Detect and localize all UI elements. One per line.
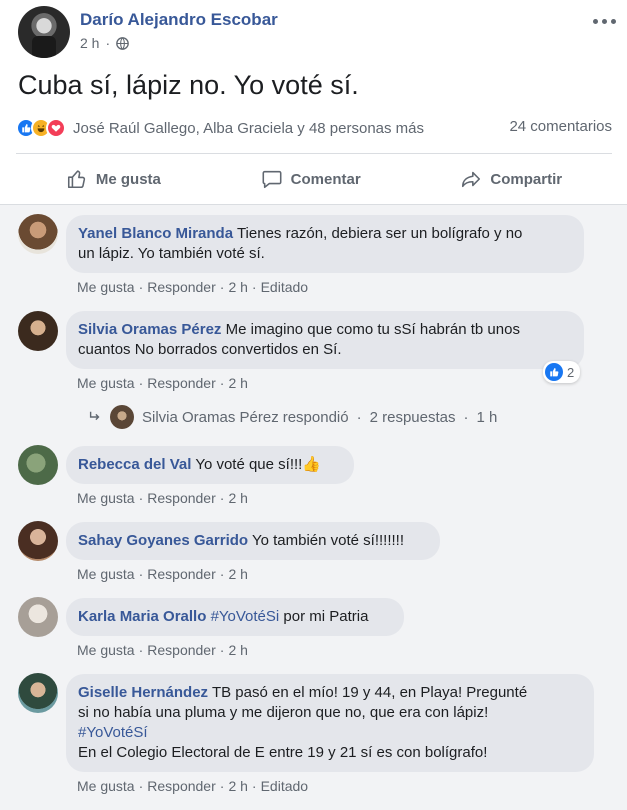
like-button-label: Me gusta [95, 170, 161, 188]
comment-text: En el Colegio Electoral de E entre 19 y … [78, 744, 488, 761]
comment-bubble: Karla Maria Orallo #YoVotéSi por mi Patr… [66, 598, 404, 636]
comment-time[interactable]: 2 h [228, 279, 247, 295]
comment-reply-link[interactable]: Responder [147, 566, 216, 582]
comment-actions: Me gusta · Responder · 2 h [77, 642, 248, 658]
reaction-icons[interactable] [16, 118, 66, 138]
hashtag-link[interactable]: #YoVotéSí [78, 724, 148, 741]
more-options-icon[interactable] [590, 14, 618, 28]
comment-like-link[interactable]: Me gusta [77, 642, 135, 658]
comment-bubble: Sahay Goyanes Garrido Yo también voté sí… [66, 522, 440, 560]
post-text: Cuba sí, lápiz no. Yo voté sí. [18, 70, 359, 100]
comment-text: Tienes razón, debiera ser un bolígrafo y… [236, 225, 523, 242]
comment-time[interactable]: 2 h [228, 566, 247, 582]
hashtag-link[interactable]: #YoVotéSi [211, 608, 280, 625]
reply-arrow-icon [89, 411, 100, 421]
comment-icon [262, 170, 282, 189]
comment-text: TB pasó en el mío! 19 y 44, en Playa! Pr… [211, 684, 528, 701]
comment-reply-link[interactable]: Responder [147, 375, 216, 391]
commenter-avatar[interactable] [18, 521, 58, 561]
comment-time[interactable]: 2 h [228, 642, 247, 658]
comment-edited: Editado [260, 778, 309, 794]
comment-text: un lápiz. Yo también voté sí. [78, 245, 265, 262]
love-reaction-icon [46, 118, 66, 138]
comment-like-link[interactable]: Me gusta [77, 566, 135, 582]
comment-count[interactable]: 24 comentarios [509, 118, 612, 135]
comment-text: Yo voté que sí!!! [195, 456, 303, 473]
comment-actions: Me gusta · Responder · 2 h [77, 566, 248, 582]
share-icon [462, 171, 481, 188]
reaction-names[interactable]: José Raúl Gallego, Alba Graciela y 48 pe… [73, 120, 424, 137]
commenter-avatar[interactable] [18, 673, 58, 713]
comment-text: cuantos No borrados convertidos en Sí. [78, 341, 342, 358]
comment-bubble: Silvia Oramas Pérez Me imagino que como … [66, 311, 584, 369]
commenter-name[interactable]: Rebecca del Val [78, 456, 191, 473]
comment-reply-link[interactable]: Responder [147, 279, 216, 295]
comment-bubble: Yanel Blanco Miranda Tienes razón, debie… [66, 215, 584, 273]
comment-like-link[interactable]: Me gusta [77, 778, 135, 794]
comment-like-count: 2 [567, 364, 575, 380]
comment-text: por mi Patria [283, 608, 369, 625]
comment-time[interactable]: 2 h [228, 778, 247, 794]
post-header: Darío Alejandro Escobar 2 h · [18, 6, 618, 58]
comment-actions: Me gusta · Responder · 2 h [77, 375, 248, 391]
divider-top [16, 153, 612, 154]
share-button[interactable]: Compartir [460, 168, 562, 190]
share-button-label: Compartir [490, 170, 563, 188]
post-time[interactable]: 2 h [80, 35, 99, 51]
reply-count: 2 respuestas [369, 408, 456, 426]
comment-reply-link[interactable]: Responder [147, 778, 216, 794]
comment-button[interactable]: Comentar [261, 168, 361, 190]
reply-time: 1 h [476, 408, 498, 426]
comment-time[interactable]: 2 h [228, 490, 247, 506]
comment-like-link[interactable]: Me gusta [77, 279, 135, 295]
comment-time[interactable]: 2 h [228, 375, 247, 391]
comment-edited: Editado [260, 279, 309, 295]
comment-text: si no había una pluma y me dijeron que n… [78, 704, 489, 721]
like-reaction-icon [545, 363, 563, 381]
author-avatar[interactable] [18, 6, 70, 58]
replies-summary[interactable]: Silvia Oramas Pérez respondió · 2 respue… [88, 404, 497, 430]
commenter-avatar[interactable] [18, 597, 58, 637]
comment-actions: Me gusta · Responder · 2 h · Editado [77, 778, 309, 794]
commenter-name[interactable]: Sahay Goyanes Garrido [78, 532, 248, 549]
post-meta: 2 h · [80, 35, 129, 51]
thumbs-up-emoji-icon: 👍 [302, 456, 322, 473]
commenter-name[interactable]: Karla Maria Orallo [78, 608, 206, 625]
commenter-avatar[interactable] [18, 311, 58, 351]
reply-avatar [110, 405, 134, 429]
globe-icon [116, 36, 129, 50]
comment-like-badge[interactable]: 2 [543, 361, 581, 383]
comment-like-link[interactable]: Me gusta [77, 375, 135, 391]
comment-like-link[interactable]: Me gusta [77, 490, 135, 506]
comment-button-label: Comentar [290, 170, 361, 188]
reply-action: respondió [282, 408, 349, 426]
author-name[interactable]: Darío Alejandro Escobar [80, 10, 278, 30]
like-button[interactable]: Me gusta [66, 168, 161, 190]
comment-text: Yo también voté sí!!!!!!! [251, 532, 405, 549]
comment-actions: Me gusta · Responder · 2 h [77, 490, 248, 506]
post-actions: Me gusta Comentar Compartir [16, 156, 612, 202]
comment-reply-link[interactable]: Responder [147, 642, 216, 658]
reply-author: Silvia Oramas Pérez [142, 408, 279, 426]
comment-bubble: Rebecca del Val Yo voté que sí!!!👍 [66, 446, 354, 484]
commenter-name[interactable]: Giselle Hernández [78, 684, 208, 701]
reactions-bar: José Raúl Gallego, Alba Graciela y 48 pe… [16, 116, 612, 140]
comment-actions: Me gusta · Responder · 2 h · Editado [77, 279, 309, 295]
commenter-avatar[interactable] [18, 214, 58, 254]
comment-bubble: Giselle Hernández TB pasó en el mío! 19 … [66, 674, 594, 772]
thumbs-up-icon [67, 170, 86, 189]
commenter-avatar[interactable] [18, 445, 58, 485]
commenter-name[interactable]: Yanel Blanco Miranda [78, 225, 233, 242]
comment-text: Me imagino que como tu sSí habrán tb uno… [225, 321, 520, 338]
comment-reply-link[interactable]: Responder [147, 490, 216, 506]
commenter-name[interactable]: Silvia Oramas Pérez [78, 321, 221, 338]
